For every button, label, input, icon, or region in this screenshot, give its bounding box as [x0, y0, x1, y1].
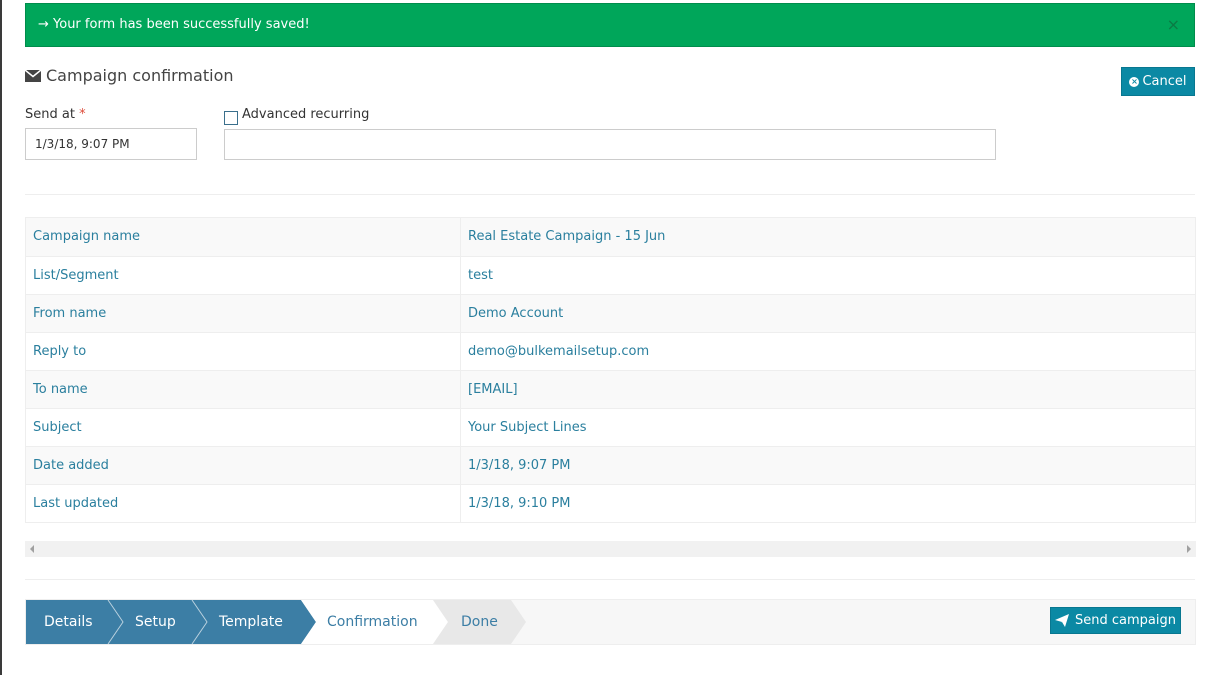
- table-row: Reply to demo@bulkemailsetup.com: [26, 332, 1195, 370]
- page-title-text: Campaign confirmation: [46, 66, 234, 85]
- step-details[interactable]: Details: [44, 600, 93, 644]
- table-row: List/Segment test: [26, 256, 1195, 294]
- row-value: Demo Account: [468, 306, 564, 321]
- close-icon[interactable]: ×: [1167, 4, 1180, 46]
- success-alert: → Your form has been successfully saved!…: [25, 3, 1195, 47]
- row-label: Last updated: [26, 485, 461, 522]
- send-at-input[interactable]: 1/3/18, 9:07 PM: [25, 128, 197, 160]
- alert-message: → Your form has been successfully saved!: [38, 17, 310, 32]
- scroll-left-icon[interactable]: [30, 545, 34, 553]
- paper-plane-icon: [1055, 614, 1069, 627]
- send-campaign-button[interactable]: Send campaign: [1050, 607, 1181, 634]
- send-at-label: Send at *: [25, 107, 86, 122]
- scroll-right-icon[interactable]: [1187, 545, 1191, 553]
- divider: [25, 194, 1195, 195]
- cancel-label: Cancel: [1142, 74, 1187, 89]
- row-value: Your Subject Lines: [468, 420, 587, 435]
- horizontal-scrollbar[interactable]: [25, 541, 1196, 557]
- row-value: demo@bulkemailsetup.com: [468, 344, 650, 359]
- required-mark: *: [79, 107, 86, 122]
- campaign-details-table: Campaign name Real Estate Campaign - 15 J…: [25, 217, 1196, 523]
- row-label: Campaign name: [26, 218, 461, 256]
- advanced-recurring-label[interactable]: Advanced recurring: [242, 107, 369, 122]
- table-row: Campaign name Real Estate Campaign - 15 J…: [26, 218, 1195, 256]
- envelope-icon: [25, 70, 41, 82]
- table-row: Date added 1/3/18, 9:07 PM: [26, 446, 1195, 484]
- table-row: From name Demo Account: [26, 294, 1195, 332]
- step-template[interactable]: Template: [219, 600, 283, 644]
- step-done[interactable]: Done: [461, 600, 498, 644]
- row-label: Date added: [26, 447, 461, 484]
- divider: [25, 579, 1195, 580]
- row-value: 1/3/18, 9:10 PM: [468, 496, 571, 511]
- row-value: [EMAIL]: [468, 382, 518, 397]
- table-row: To name [EMAIL]: [26, 370, 1195, 408]
- wizard-arrows: [26, 600, 526, 644]
- page-title: Campaign confirmation: [25, 66, 234, 86]
- row-label: From name: [26, 295, 461, 332]
- row-value: 1/3/18, 9:07 PM: [468, 458, 571, 473]
- row-label: To name: [26, 371, 461, 408]
- table-row: Subject Your Subject Lines: [26, 408, 1195, 446]
- wizard-steps: Details Setup Template Confirmation Done: [25, 599, 1196, 645]
- cancel-button[interactable]: × Cancel: [1121, 67, 1195, 96]
- row-value: test: [468, 268, 493, 283]
- times-circle-icon: ×: [1129, 76, 1140, 87]
- advanced-recurring-input[interactable]: [224, 129, 996, 160]
- row-label: List/Segment: [26, 257, 461, 294]
- send-campaign-label: Send campaign: [1075, 613, 1176, 628]
- advanced-recurring-checkbox[interactable]: [224, 111, 238, 125]
- table-row: Last updated 1/3/18, 9:10 PM: [26, 484, 1195, 522]
- step-confirmation[interactable]: Confirmation: [327, 600, 418, 644]
- step-setup[interactable]: Setup: [135, 600, 176, 644]
- row-value: Real Estate Campaign - 15 Jun: [468, 229, 666, 244]
- left-border: [0, 0, 2, 675]
- send-at-label-text: Send at: [25, 107, 75, 122]
- row-label: Subject: [26, 409, 461, 446]
- row-label: Reply to: [26, 333, 461, 370]
